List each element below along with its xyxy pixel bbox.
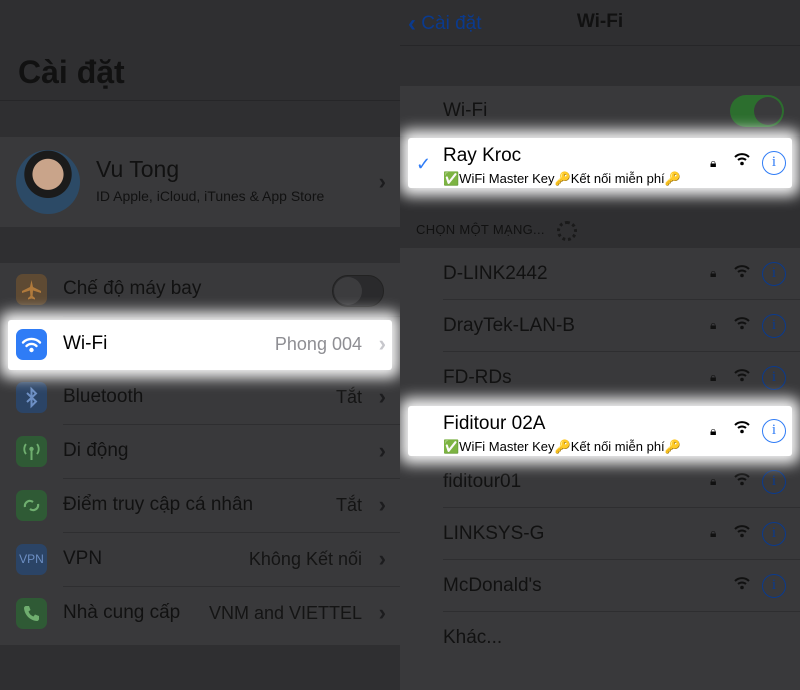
network-list: D-LINK2442 🔒︎ i DrayTek-LAN-B 🔒︎ i FD-RD…: [400, 248, 800, 690]
page-title: Cài đặt: [18, 54, 125, 90]
lock-icon: 🔒︎: [710, 156, 717, 170]
wifi-icon: [16, 329, 47, 360]
network-name: fiditour01: [443, 471, 522, 492]
settings-row-value: VNM and VIETTEL: [208, 603, 362, 623]
loading-spinner-icon: [557, 221, 577, 241]
chevron-right-icon: ›: [378, 600, 386, 625]
lock-icon: 🔒︎: [710, 318, 717, 332]
settings-row-cellular[interactable]: Di động ›: [0, 425, 400, 479]
info-icon[interactable]: i: [762, 366, 786, 390]
settings-row-value: Tắt: [335, 387, 362, 407]
profile-subtitle: ID Apple, iCloud, iTunes & App Store: [96, 188, 325, 204]
info-icon[interactable]: i: [762, 522, 786, 546]
lock-icon: 🔒︎: [710, 474, 717, 488]
network-row[interactable]: McDonald's i: [400, 560, 800, 612]
airplane-mode-toggle[interactable]: [332, 275, 384, 307]
profile-name: Vu Tong: [96, 156, 180, 182]
network-name: LINKSYS-G: [443, 523, 545, 544]
lock-icon: 🔒︎: [710, 370, 717, 384]
chevron-right-icon: ›: [378, 492, 386, 517]
chevron-right-icon: ›: [378, 546, 386, 571]
section-header: CHỌN MỘT MẠNG...: [416, 222, 545, 237]
wifi-signal-icon: [734, 368, 750, 387]
settings-row-label: Di động: [63, 440, 129, 461]
chevron-right-icon: ›: [378, 331, 386, 356]
checkmark-icon: ✓: [416, 154, 432, 174]
info-icon[interactable]: i: [762, 419, 786, 443]
info-icon[interactable]: i: [762, 262, 786, 286]
network-row[interactable]: D-LINK2442 🔒︎ i: [400, 248, 800, 300]
settings-row-label: Điểm truy cập cá nhân: [63, 494, 254, 515]
toggle-knob: [334, 277, 362, 305]
divider: [400, 45, 800, 46]
wifi-signal-icon: [734, 152, 750, 171]
network-row-highlighted[interactable]: Fiditour 02A ✅WiFi Master Key🔑Kết nối mi…: [408, 406, 792, 456]
avatar: [16, 150, 80, 214]
settings-row-label: Chế độ máy bay: [63, 278, 202, 299]
wifi-signal-icon: [734, 576, 750, 595]
network-name: Khác...: [443, 627, 503, 648]
wifi-signal-icon: [734, 472, 750, 491]
connected-network[interactable]: ✓ Ray Kroc ✅WiFi Master Key🔑Kết nối miễn…: [408, 138, 792, 188]
info-icon[interactable]: i: [762, 151, 786, 175]
apple-id-profile[interactable]: Vu Tong ID Apple, iCloud, iTunes & App S…: [0, 137, 400, 227]
settings-row-value: Không Kết nối: [248, 549, 362, 569]
network-name: DrayTek-LAN-B: [443, 315, 575, 336]
toggle-knob: [754, 97, 782, 125]
network-row[interactable]: LINKSYS-G 🔒︎ i: [400, 508, 800, 560]
settings-row-personal-hotspot[interactable]: Điểm truy cập cá nhân Tắt ›: [0, 479, 400, 533]
chevron-right-icon: ›: [378, 438, 386, 463]
cellular-icon: [16, 436, 47, 467]
network-name: Fiditour 02A: [443, 413, 546, 434]
wifi-toggle[interactable]: [730, 95, 784, 127]
settings-row-label: Bluetooth: [63, 386, 144, 407]
bluetooth-icon: [16, 382, 47, 413]
settings-row-value: Tắt: [335, 495, 362, 515]
wifi-toggle-label: Wi-Fi: [443, 100, 488, 121]
network-row[interactable]: fiditour01 🔒︎ i: [400, 456, 800, 508]
settings-row-value: Phong 004: [274, 334, 362, 354]
settings-row-wifi[interactable]: Wi-Fi Phong 004 ›: [8, 320, 392, 370]
chevron-right-icon: ›: [378, 384, 386, 409]
airplane-icon: [16, 274, 47, 305]
network-name: Ray Kroc: [443, 145, 522, 166]
network-row[interactable]: FD-RDs 🔒︎ i: [400, 352, 800, 404]
wifi-signal-icon: [734, 264, 750, 283]
network-name: D-LINK2442: [443, 263, 548, 284]
info-icon[interactable]: i: [762, 470, 786, 494]
network-name: McDonald's: [443, 575, 542, 596]
wifi-signal-icon: [734, 524, 750, 543]
wifi-signal-icon: [734, 420, 750, 439]
settings-row-carrier[interactable]: Nhà cung cấp VNM and VIETTEL ›: [0, 587, 400, 641]
info-icon[interactable]: i: [762, 574, 786, 598]
network-name: FD-RDs: [443, 367, 512, 388]
info-icon[interactable]: i: [762, 314, 786, 338]
settings-row-vpn[interactable]: VPN VPN Không Kết nối ›: [0, 533, 400, 587]
settings-row-bluetooth[interactable]: Bluetooth Tắt ›: [0, 371, 400, 425]
network-row[interactable]: DrayTek-LAN-B 🔒︎ i: [400, 300, 800, 352]
network-subtitle: ✅WiFi Master Key🔑Kết nối miễn phí🔑: [443, 439, 681, 454]
lock-icon: 🔒︎: [710, 526, 717, 540]
wifi-signal-icon: [734, 316, 750, 335]
phone-icon: [16, 598, 47, 629]
wifi-toggle-row: Wi-Fi: [400, 86, 800, 136]
chevron-right-icon: ›: [378, 169, 386, 194]
lock-icon: 🔒︎: [710, 266, 717, 280]
settings-row-label: Nhà cung cấp: [63, 602, 181, 623]
vpn-icon: VPN: [16, 544, 47, 575]
other-network-row[interactable]: Khác...: [400, 612, 800, 664]
wifi-panel: ‹ Cài đặt Wi-Fi Wi-Fi ✓ Ray Kroc ✅WiFi M…: [400, 0, 800, 690]
settings-row-label: VPN: [63, 548, 103, 569]
settings-row-label: Wi-Fi: [63, 333, 108, 354]
settings-panel: Cài đặt Vu Tong ID Apple, iCloud, iTunes…: [0, 0, 400, 690]
lock-icon: 🔒︎: [710, 424, 717, 438]
page-title: Wi-Fi: [576, 11, 624, 32]
settings-row-airplane-mode[interactable]: Chế độ máy bay: [0, 263, 400, 317]
network-subtitle: ✅WiFi Master Key🔑Kết nối miễn phí🔑: [443, 171, 681, 186]
divider: [0, 100, 400, 101]
hotspot-icon: [16, 490, 47, 521]
